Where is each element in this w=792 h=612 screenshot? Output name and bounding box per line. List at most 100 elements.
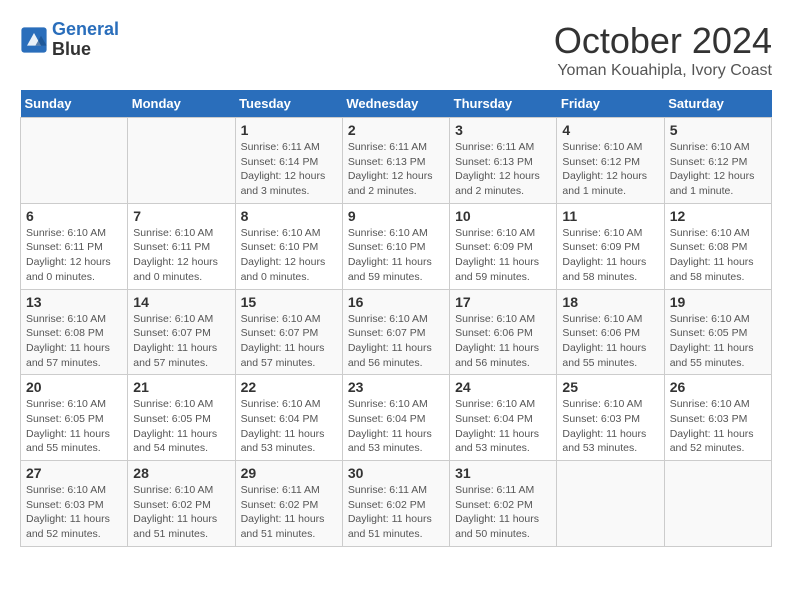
day-number: 29 <box>241 465 337 481</box>
day-info: Sunrise: 6:10 AMSunset: 6:02 PMDaylight:… <box>133 483 229 542</box>
day-number: 26 <box>670 379 766 395</box>
week-row-1: 1 Sunrise: 6:11 AMSunset: 6:14 PMDaylight… <box>21 118 772 204</box>
day-info: Sunrise: 6:10 AMSunset: 6:08 PMDaylight:… <box>26 312 122 371</box>
calendar-cell: 5 Sunrise: 6:10 AMSunset: 6:12 PMDaylight… <box>664 118 771 204</box>
day-number: 8 <box>241 208 337 224</box>
weekday-header-monday: Monday <box>128 90 235 118</box>
calendar-cell: 20 Sunrise: 6:10 AMSunset: 6:05 PMDayligh… <box>21 375 128 461</box>
day-info: Sunrise: 6:10 AMSunset: 6:08 PMDaylight:… <box>670 226 766 285</box>
month-title: October 2024 <box>554 20 772 62</box>
day-number: 31 <box>455 465 551 481</box>
calendar-cell: 22 Sunrise: 6:10 AMSunset: 6:04 PMDayligh… <box>235 375 342 461</box>
day-info: Sunrise: 6:11 AMSunset: 6:02 PMDaylight:… <box>241 483 337 542</box>
day-info: Sunrise: 6:10 AMSunset: 6:04 PMDaylight:… <box>241 397 337 456</box>
day-info: Sunrise: 6:10 AMSunset: 6:05 PMDaylight:… <box>670 312 766 371</box>
week-row-5: 27Sunrise: 6:10 AMSunset: 6:03 PMDayligh… <box>21 461 772 547</box>
calendar-cell: 15Sunrise: 6:10 AMSunset: 6:07 PMDayligh… <box>235 289 342 375</box>
calendar-cell: 17 Sunrise: 6:10 AMSunset: 6:06 PMDayligh… <box>450 289 557 375</box>
week-row-3: 13 Sunrise: 6:10 AMSunset: 6:08 PMDayligh… <box>21 289 772 375</box>
day-info: Sunrise: 6:10 AMSunset: 6:06 PMDaylight:… <box>455 312 551 371</box>
weekday-header-thursday: Thursday <box>450 90 557 118</box>
logo: General Blue <box>20 20 119 60</box>
day-info: Sunrise: 6:10 AMSunset: 6:04 PMDaylight:… <box>455 397 551 456</box>
day-info: Sunrise: 6:10 AMSunset: 6:07 PMDaylight:… <box>348 312 444 371</box>
calendar-cell: 27Sunrise: 6:10 AMSunset: 6:03 PMDayligh… <box>21 461 128 547</box>
calendar-cell: 3Sunrise: 6:11 AMSunset: 6:13 PMDaylight… <box>450 118 557 204</box>
day-info: Sunrise: 6:10 AMSunset: 6:10 PMDaylight:… <box>241 226 337 285</box>
calendar-cell: 29 Sunrise: 6:11 AMSunset: 6:02 PMDayligh… <box>235 461 342 547</box>
calendar-cell: 19 Sunrise: 6:10 AMSunset: 6:05 PMDayligh… <box>664 289 771 375</box>
weekday-header-sunday: Sunday <box>21 90 128 118</box>
day-info: Sunrise: 6:10 AMSunset: 6:03 PMDaylight:… <box>26 483 122 542</box>
day-info: Sunrise: 6:10 AMSunset: 6:03 PMDaylight:… <box>670 397 766 456</box>
day-info: Sunrise: 6:10 AMSunset: 6:11 PMDaylight:… <box>133 226 229 285</box>
day-info: Sunrise: 6:10 AMSunset: 6:03 PMDaylight:… <box>562 397 658 456</box>
calendar-cell: 1 Sunrise: 6:11 AMSunset: 6:14 PMDaylight… <box>235 118 342 204</box>
weekday-header-saturday: Saturday <box>664 90 771 118</box>
day-info: Sunrise: 6:11 AMSunset: 6:13 PMDaylight:… <box>455 140 551 199</box>
day-info: Sunrise: 6:11 AMSunset: 6:13 PMDaylight:… <box>348 140 444 199</box>
day-number: 21 <box>133 379 229 395</box>
day-number: 6 <box>26 208 122 224</box>
calendar-cell: 2Sunrise: 6:11 AMSunset: 6:13 PMDaylight… <box>342 118 449 204</box>
calendar-cell: 14 Sunrise: 6:10 AMSunset: 6:07 PMDayligh… <box>128 289 235 375</box>
day-number: 10 <box>455 208 551 224</box>
day-info: Sunrise: 6:10 AMSunset: 6:09 PMDaylight:… <box>562 226 658 285</box>
day-info: Sunrise: 6:10 AMSunset: 6:05 PMDaylight:… <box>133 397 229 456</box>
day-info: Sunrise: 6:10 AMSunset: 6:09 PMDaylight:… <box>455 226 551 285</box>
calendar-cell: 30 Sunrise: 6:11 AMSunset: 6:02 PMDayligh… <box>342 461 449 547</box>
day-info: Sunrise: 6:10 AMSunset: 6:07 PMDaylight:… <box>133 312 229 371</box>
weekday-header-wednesday: Wednesday <box>342 90 449 118</box>
calendar-cell: 31Sunrise: 6:11 AMSunset: 6:02 PMDayligh… <box>450 461 557 547</box>
day-number: 22 <box>241 379 337 395</box>
calendar-cell: 13 Sunrise: 6:10 AMSunset: 6:08 PMDayligh… <box>21 289 128 375</box>
day-info: Sunrise: 6:10 AMSunset: 6:04 PMDaylight:… <box>348 397 444 456</box>
day-info: Sunrise: 6:10 AMSunset: 6:12 PMDaylight:… <box>670 140 766 199</box>
calendar-cell: 12 Sunrise: 6:10 AMSunset: 6:08 PMDayligh… <box>664 203 771 289</box>
day-number: 7 <box>133 208 229 224</box>
day-number: 14 <box>133 294 229 310</box>
page-header: General Blue October 2024 Yoman Kouahipl… <box>20 20 772 80</box>
calendar-cell: 24 Sunrise: 6:10 AMSunset: 6:04 PMDayligh… <box>450 375 557 461</box>
location: Yoman Kouahipla, Ivory Coast <box>554 62 772 80</box>
weekday-header-tuesday: Tuesday <box>235 90 342 118</box>
calendar-cell: 6 Sunrise: 6:10 AMSunset: 6:11 PMDaylight… <box>21 203 128 289</box>
day-number: 12 <box>670 208 766 224</box>
calendar-cell: 8 Sunrise: 6:10 AMSunset: 6:10 PMDaylight… <box>235 203 342 289</box>
day-info: Sunrise: 6:10 AMSunset: 6:12 PMDaylight:… <box>562 140 658 199</box>
calendar-cell: 28 Sunrise: 6:10 AMSunset: 6:02 PMDayligh… <box>128 461 235 547</box>
day-info: Sunrise: 6:10 AMSunset: 6:11 PMDaylight:… <box>26 226 122 285</box>
weekday-header-row: SundayMondayTuesdayWednesdayThursdayFrid… <box>21 90 772 118</box>
title-block: October 2024 Yoman Kouahipla, Ivory Coas… <box>554 20 772 80</box>
day-number: 19 <box>670 294 766 310</box>
day-info: Sunrise: 6:10 AMSunset: 6:05 PMDaylight:… <box>26 397 122 456</box>
day-number: 20 <box>26 379 122 395</box>
week-row-4: 20 Sunrise: 6:10 AMSunset: 6:05 PMDayligh… <box>21 375 772 461</box>
week-row-2: 6 Sunrise: 6:10 AMSunset: 6:11 PMDaylight… <box>21 203 772 289</box>
day-number: 4 <box>562 122 658 138</box>
calendar-cell: 26 Sunrise: 6:10 AMSunset: 6:03 PMDayligh… <box>664 375 771 461</box>
calendar-cell: 23Sunrise: 6:10 AMSunset: 6:04 PMDayligh… <box>342 375 449 461</box>
day-number: 28 <box>133 465 229 481</box>
day-number: 1 <box>241 122 337 138</box>
day-number: 17 <box>455 294 551 310</box>
calendar-cell: 4 Sunrise: 6:10 AMSunset: 6:12 PMDaylight… <box>557 118 664 204</box>
logo-line2: Blue <box>52 40 119 60</box>
calendar-cell: 16Sunrise: 6:10 AMSunset: 6:07 PMDayligh… <box>342 289 449 375</box>
calendar-cell: 7 Sunrise: 6:10 AMSunset: 6:11 PMDaylight… <box>128 203 235 289</box>
calendar-cell: 18Sunrise: 6:10 AMSunset: 6:06 PMDayligh… <box>557 289 664 375</box>
calendar-cell: 25Sunrise: 6:10 AMSunset: 6:03 PMDayligh… <box>557 375 664 461</box>
logo-text: General Blue <box>52 20 119 60</box>
day-number: 30 <box>348 465 444 481</box>
day-info: Sunrise: 6:10 AMSunset: 6:06 PMDaylight:… <box>562 312 658 371</box>
day-info: Sunrise: 6:11 AMSunset: 6:14 PMDaylight:… <box>241 140 337 199</box>
logo-line1: General <box>52 19 119 39</box>
day-info: Sunrise: 6:10 AMSunset: 6:10 PMDaylight:… <box>348 226 444 285</box>
day-number: 13 <box>26 294 122 310</box>
calendar-cell: 10 Sunrise: 6:10 AMSunset: 6:09 PMDayligh… <box>450 203 557 289</box>
calendar-table: SundayMondayTuesdayWednesdayThursdayFrid… <box>20 90 772 547</box>
calendar-cell <box>128 118 235 204</box>
day-number: 24 <box>455 379 551 395</box>
day-number: 5 <box>670 122 766 138</box>
day-info: Sunrise: 6:11 AMSunset: 6:02 PMDaylight:… <box>348 483 444 542</box>
